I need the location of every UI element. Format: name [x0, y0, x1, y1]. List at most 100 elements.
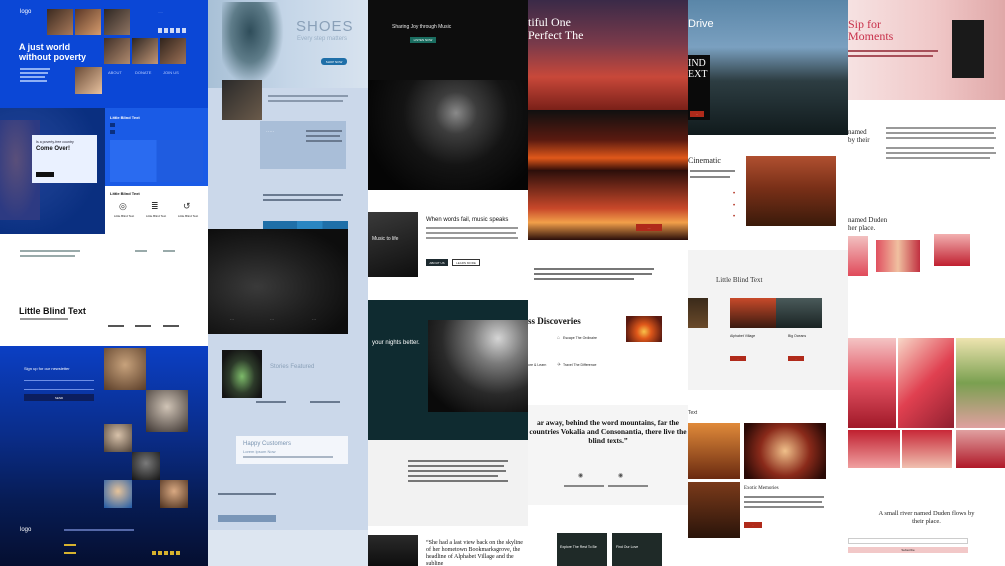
question-button[interactable] [36, 172, 54, 177]
drive-button[interactable]: ·· [690, 111, 704, 117]
drink-photo [848, 236, 868, 276]
cinematic-dot: • [733, 214, 736, 220]
discovery-item: Travel The Difference [563, 363, 597, 367]
gallery-photo [688, 298, 708, 328]
text-placeholder [848, 50, 938, 52]
text-placeholder [268, 100, 343, 102]
about-us-button[interactable]: ABOUT US [426, 259, 448, 266]
little-title: Little Blind Text [716, 276, 763, 284]
quote-photo [368, 535, 418, 566]
big-title: Little Blind Text [19, 306, 86, 316]
shop-now-button[interactable]: SHOP NOW [321, 58, 347, 65]
subscribe-button[interactable]: Subscribe [848, 547, 968, 553]
page-charity: logo A just world without poverty ABOUT … [0, 0, 208, 566]
shoes-title: SHOES [296, 18, 354, 35]
discovery-item: Escape The Ordinaire [563, 336, 597, 340]
explore-card-title: Explore The Rest To Be [560, 545, 597, 549]
footer-logo[interactable]: logo [20, 527, 31, 533]
travel-cta-button[interactable]: ··· [636, 224, 662, 231]
drink-photo [876, 240, 920, 272]
subscribe-field[interactable] [848, 538, 968, 544]
text-placeholder [886, 132, 994, 134]
text-placeholder [135, 325, 151, 327]
feature-icon: ◉ [618, 473, 624, 479]
portrait-photo [146, 390, 188, 432]
explore-card[interactable] [557, 533, 607, 566]
text-placeholder [64, 552, 76, 554]
text-placeholder [20, 250, 80, 252]
features-title: Little Blind Text [110, 191, 140, 196]
text-placeholder [690, 176, 730, 178]
happy-heading: Happy Customers [243, 441, 292, 447]
listen-button[interactable]: LISTEN NOW [410, 37, 436, 43]
shoe-photo [222, 80, 262, 120]
music-thumb-photo [368, 212, 418, 277]
portrait-photo [132, 38, 158, 64]
text-placeholder [534, 278, 634, 280]
panel-row [110, 130, 115, 134]
come-over-heading: Come Over! [36, 146, 71, 152]
sunset-photo [744, 423, 826, 479]
pager[interactable] [218, 515, 276, 522]
card-heading: ····· [266, 129, 275, 135]
drive-title: Drive [688, 18, 714, 30]
discovery-photo [626, 316, 662, 342]
text-placeholder [744, 496, 824, 498]
email-field[interactable] [24, 375, 94, 381]
text-placeholder [64, 529, 134, 531]
text-placeholder [268, 95, 348, 97]
exotic-button[interactable]: · [744, 522, 762, 528]
social-icons[interactable] [158, 28, 188, 33]
gallery-button[interactable]: · [730, 356, 746, 361]
drink-photo [902, 430, 952, 468]
sneakers-photo [208, 229, 348, 334]
text-placeholder [20, 80, 47, 82]
cinematic-dot: • [733, 191, 736, 197]
newsletter-title: Sign up for our newsletter [24, 366, 70, 371]
feature-globe-icon: ◎ [119, 201, 127, 211]
charity-logo[interactable]: logo [20, 9, 31, 15]
contact-label: ····· [158, 10, 163, 14]
music-side-text: Music to life [372, 236, 399, 242]
duden-text: named Duden her place. [848, 216, 888, 232]
text-placeholder [243, 456, 333, 458]
portrait-photo [104, 348, 146, 390]
text-placeholder [108, 325, 124, 327]
portrait-photo [160, 38, 186, 64]
portrait-photo [75, 9, 101, 35]
portrait-photo [132, 452, 160, 480]
nights-text: your nights better. [372, 340, 420, 346]
drive-overlay-text: IND EXT [688, 58, 708, 80]
tab-bar[interactable] [263, 221, 348, 229]
text-placeholder [886, 147, 994, 149]
name-field[interactable] [24, 384, 94, 390]
text-placeholder [886, 127, 996, 129]
gallery-button[interactable]: · [788, 356, 804, 361]
car-photo [688, 482, 740, 538]
footer-social-icons[interactable] [152, 551, 182, 555]
love-card[interactable] [612, 533, 662, 566]
page-music: Sharing Joy through Music LISTEN NOW Mus… [368, 0, 528, 566]
portrait-photo [104, 424, 132, 452]
text-placeholder [163, 250, 175, 252]
light-section [368, 440, 528, 526]
gallery-label: Alphabet Village [730, 334, 756, 338]
silhouette-photo [528, 110, 688, 170]
nav-donate-link[interactable]: DONATE [135, 70, 151, 75]
nav-join-link[interactable]: JOIN US [163, 70, 179, 75]
text-placeholder [426, 232, 516, 234]
feature-icon: ◉ [578, 473, 584, 479]
text-placeholder [310, 401, 340, 403]
learn-more-button[interactable]: LEARN MORE [452, 259, 480, 266]
guitarist-photo [428, 320, 528, 412]
nav-about-link[interactable]: ABOUT [108, 70, 122, 75]
footer-text: A small river named Duden flows by their… [878, 510, 975, 525]
exotic-title: Exotic Memories [744, 486, 779, 491]
music-header [368, 0, 528, 80]
text-placeholder [408, 470, 506, 472]
send-button[interactable]: SEND [24, 394, 94, 401]
text-placeholder [64, 544, 76, 546]
text-placeholder [20, 255, 75, 257]
gallery-label: Big Oceans [788, 334, 807, 338]
shoes-subtitle: Every step matters [297, 36, 348, 42]
